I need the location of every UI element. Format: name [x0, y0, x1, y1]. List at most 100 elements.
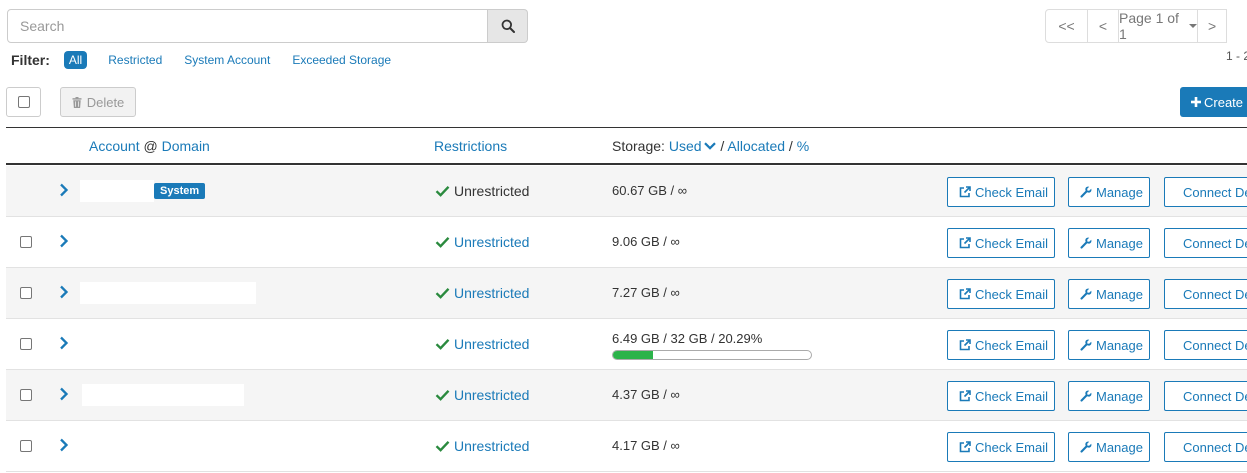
- connect-devices-button[interactable]: Connect Devices: [1164, 432, 1247, 462]
- manage-label: Manage: [1096, 388, 1143, 404]
- sort-percent-link[interactable]: %: [797, 138, 809, 154]
- select-all-button[interactable]: [6, 87, 41, 117]
- account-name-redacted[interactable]: [84, 333, 248, 355]
- restriction-status[interactable]: Unrestricted: [435, 387, 529, 403]
- restriction-status[interactable]: Unrestricted: [435, 438, 529, 454]
- create-label: Create: [1204, 94, 1244, 110]
- chevron-right-icon[interactable]: [59, 336, 69, 350]
- header-storage-sep1: /: [720, 138, 725, 154]
- filter-system-account[interactable]: System Account: [184, 53, 270, 67]
- connect-devices-label: Connect Devices: [1183, 235, 1247, 251]
- connect-devices-button[interactable]: Connect Devices: [1164, 330, 1247, 360]
- filter-all[interactable]: All: [63, 51, 88, 69]
- table-row: System Unrestricted 60.67 GB / ∞ Check E…: [6, 166, 1247, 217]
- manage-label: Manage: [1096, 439, 1143, 455]
- check-email-label: Check Email: [975, 439, 1048, 455]
- wrench-icon: [1080, 237, 1092, 249]
- chevron-down-icon[interactable]: [703, 142, 716, 151]
- sort-restrictions-link[interactable]: Restrictions: [434, 138, 507, 154]
- storage-progress-fill: [613, 351, 654, 359]
- connect-devices-button[interactable]: Connect Devices: [1164, 228, 1247, 258]
- restriction-label: Unrestricted: [454, 234, 530, 250]
- connect-devices-button[interactable]: Connect Devices: [1164, 381, 1247, 411]
- manage-button[interactable]: Manage: [1068, 177, 1150, 207]
- page-select-label: Page 1 of 1: [1119, 10, 1179, 42]
- plus-icon: [1191, 97, 1201, 107]
- header-at-separator: @: [143, 138, 158, 154]
- restriction-label: Unrestricted: [454, 438, 530, 454]
- chevron-right-icon[interactable]: [59, 285, 69, 299]
- external-link-icon: [959, 390, 971, 402]
- restriction-status[interactable]: Unrestricted: [435, 285, 529, 301]
- check-email-button[interactable]: Check Email: [947, 228, 1055, 258]
- account-name-redacted[interactable]: [80, 282, 256, 304]
- table-row: Unrestricted 9.06 GB / ∞ Check Email Man…: [6, 217, 1247, 268]
- row-checkbox[interactable]: [20, 338, 32, 350]
- manage-label: Manage: [1096, 337, 1143, 353]
- sort-account-link[interactable]: Account: [89, 138, 140, 154]
- search-button[interactable]: [488, 9, 528, 43]
- account-name-redacted[interactable]: [80, 180, 154, 202]
- account-name-redacted[interactable]: [80, 231, 240, 253]
- check-email-label: Check Email: [975, 286, 1048, 302]
- external-link-icon: [959, 186, 971, 198]
- filter-restricted[interactable]: Restricted: [108, 53, 162, 67]
- restriction-status[interactable]: Unrestricted: [435, 234, 529, 250]
- check-email-button[interactable]: Check Email: [947, 177, 1055, 207]
- row-checkbox[interactable]: [20, 440, 32, 452]
- sort-used-link[interactable]: Used: [669, 138, 702, 154]
- delete-label: Delete: [86, 94, 125, 110]
- connect-devices-label: Connect Devices: [1183, 286, 1247, 302]
- external-link-icon: [959, 441, 971, 453]
- connect-devices-button[interactable]: Connect Devices: [1164, 279, 1247, 309]
- filter-exceeded-storage[interactable]: Exceeded Storage: [292, 53, 391, 67]
- check-email-button[interactable]: Check Email: [947, 432, 1055, 462]
- pagination: << < Page 1 of 1 >: [1045, 9, 1227, 43]
- sort-domain-link[interactable]: Domain: [162, 138, 210, 154]
- check-email-button[interactable]: Check Email: [947, 381, 1055, 411]
- caret-down-icon: [1189, 24, 1197, 28]
- search-input[interactable]: [7, 9, 488, 43]
- manage-button[interactable]: Manage: [1068, 432, 1150, 462]
- row-checkbox[interactable]: [20, 236, 32, 248]
- table-row: Unrestricted 7.27 GB / ∞ Check Email Man…: [6, 268, 1247, 319]
- header-restrictions[interactable]: Restrictions: [434, 138, 507, 154]
- storage-progress-bar: [612, 350, 812, 360]
- table-row: Unrestricted 6.49 GB / 32 GB / 20.29% Ch…: [6, 319, 1247, 370]
- delete-button[interactable]: Delete: [60, 87, 136, 117]
- check-icon: [435, 389, 450, 401]
- chevron-right-icon[interactable]: [59, 183, 69, 197]
- external-link-icon: [959, 339, 971, 351]
- manage-button[interactable]: Manage: [1068, 330, 1150, 360]
- first-page-button[interactable]: <<: [1045, 9, 1088, 43]
- manage-button[interactable]: Manage: [1068, 279, 1150, 309]
- connect-devices-button[interactable]: Connect Devices: [1164, 177, 1247, 207]
- select-all-checkbox[interactable]: [17, 96, 30, 108]
- storage-value: 6.49 GB / 32 GB / 20.29%: [612, 331, 763, 346]
- check-email-button[interactable]: Check Email: [947, 330, 1055, 360]
- page-select[interactable]: Page 1 of 1: [1118, 9, 1198, 43]
- account-name-redacted[interactable]: [84, 435, 246, 457]
- next-page-button[interactable]: >: [1197, 9, 1227, 43]
- system-badge: System: [154, 183, 206, 199]
- row-checkbox[interactable]: [20, 389, 32, 401]
- manage-button[interactable]: Manage: [1068, 228, 1150, 258]
- prev-page-button[interactable]: <: [1087, 9, 1119, 43]
- sort-allocated-link[interactable]: Allocated: [727, 138, 785, 154]
- check-email-label: Check Email: [975, 184, 1048, 200]
- chevron-right-icon[interactable]: [59, 387, 69, 401]
- account-name-redacted[interactable]: [82, 384, 244, 406]
- storage-value: 4.17 GB / ∞: [612, 438, 680, 453]
- chevron-right-icon[interactable]: [59, 438, 69, 452]
- row-checkbox[interactable]: [20, 287, 32, 299]
- restriction-label: Unrestricted: [454, 285, 530, 301]
- create-button[interactable]: Create: [1180, 87, 1247, 117]
- check-email-button[interactable]: Check Email: [947, 279, 1055, 309]
- check-email-label: Check Email: [975, 235, 1048, 251]
- restriction-status[interactable]: Unrestricted: [435, 336, 529, 352]
- table-row: Unrestricted 4.17 GB / ∞ Check Email Man…: [6, 421, 1247, 472]
- check-icon: [435, 338, 450, 350]
- chevron-right-icon[interactable]: [59, 234, 69, 248]
- restriction-label: Unrestricted: [454, 387, 530, 403]
- manage-button[interactable]: Manage: [1068, 381, 1150, 411]
